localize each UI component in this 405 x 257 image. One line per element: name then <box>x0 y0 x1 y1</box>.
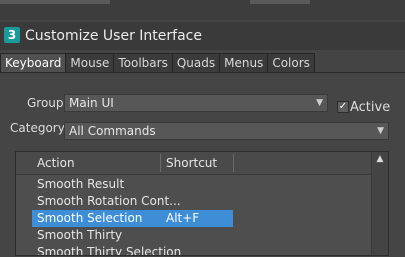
column-header-action[interactable]: Action <box>37 152 75 174</box>
action-name: Smooth Rotation Cont... <box>37 194 181 208</box>
category-dropdown-value: All Commands <box>69 124 156 138</box>
action-name: Smooth Selection <box>37 211 143 225</box>
tab-colors[interactable]: Colors <box>267 53 315 72</box>
tab-quads[interactable]: Quads <box>171 53 221 72</box>
column-divider[interactable] <box>160 154 161 172</box>
window-title: Customize User Interface <box>25 28 202 44</box>
group-dropdown-value: Main UI <box>69 96 114 110</box>
action-name: Smooth Result <box>37 177 125 191</box>
background-window-mark <box>250 0 310 4</box>
background-window-mark <box>0 0 110 4</box>
chevron-down-icon: ▼ <box>377 126 384 136</box>
tab-toolbars[interactable]: Toolbars <box>113 53 173 72</box>
list-item[interactable]: Smooth Rotation Cont... <box>32 193 233 210</box>
action-name: Smooth Thirty Selection <box>37 245 182 256</box>
tab-keyboard[interactable]: Keyboard <box>0 53 67 74</box>
checkmark-icon: ✓ <box>338 101 348 112</box>
scroll-up-icon[interactable]: ▲ <box>372 154 388 164</box>
category-label: Category: <box>10 121 68 135</box>
vertical-scrollbar[interactable]: ▲ <box>371 152 388 255</box>
list-item-selected[interactable]: Smooth Selection Alt+F <box>32 210 233 227</box>
actions-list[interactable]: Action Shortcut Smooth Result Smooth Rot… <box>15 151 389 256</box>
category-dropdown[interactable]: All Commands ▼ <box>64 122 389 140</box>
active-checkbox[interactable]: ✓ <box>337 101 349 113</box>
group-label: Group: <box>27 96 68 110</box>
column-divider[interactable] <box>233 154 234 172</box>
shortcut-value: Alt+F <box>166 211 200 225</box>
active-label: Active <box>350 100 391 115</box>
app-icon: 3 <box>4 27 20 43</box>
list-header: Action Shortcut <box>16 152 372 175</box>
column-header-shortcut[interactable]: Shortcut <box>166 152 217 174</box>
list-item[interactable]: Smooth Thirty <box>32 227 233 244</box>
background-window-strip <box>0 0 405 20</box>
tab-menus[interactable]: Menus <box>219 53 269 72</box>
list-item[interactable]: Smooth Result <box>32 176 233 193</box>
tab-bar: Keyboard Mouse Toolbars Quads Menus Colo… <box>0 53 315 74</box>
chevron-down-icon: ▼ <box>316 98 323 108</box>
list-item[interactable]: Smooth Thirty Selection <box>32 244 233 256</box>
group-dropdown[interactable]: Main UI ▼ <box>64 94 328 112</box>
tab-mouse[interactable]: Mouse <box>65 53 115 72</box>
action-name: Smooth Thirty <box>37 228 123 242</box>
